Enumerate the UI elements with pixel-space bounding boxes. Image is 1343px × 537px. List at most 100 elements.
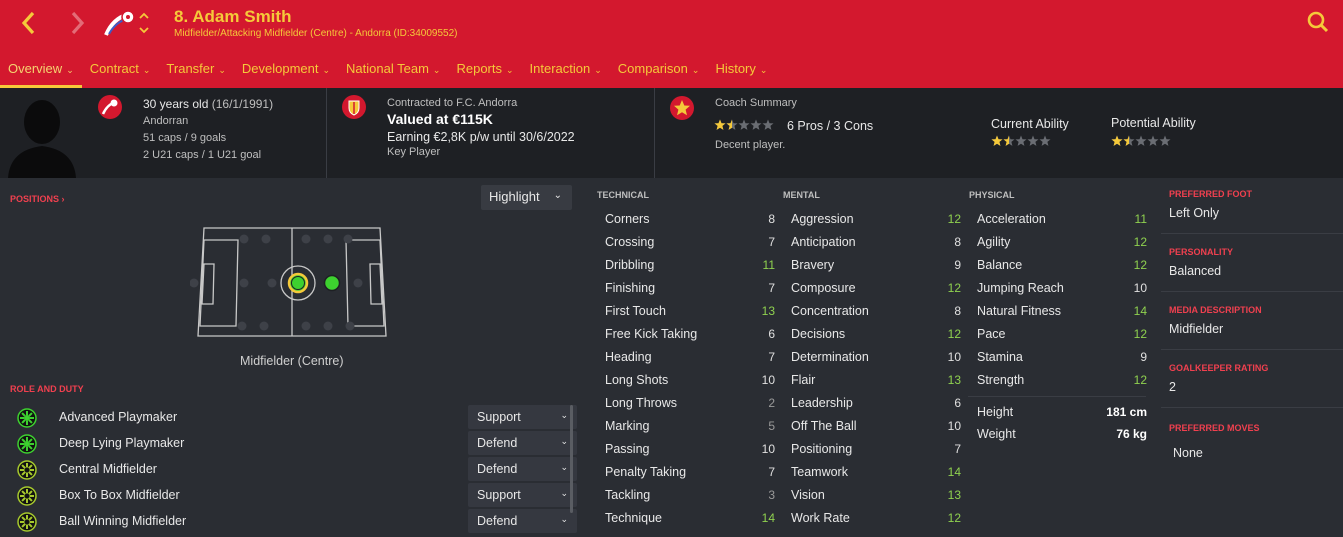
duty-dropdown[interactable]: Defend ⌄ bbox=[468, 509, 577, 533]
attribute-name: Leadership bbox=[791, 396, 853, 410]
physical-header: PHYSICAL bbox=[969, 190, 1015, 200]
attribute-name: Long Shots bbox=[605, 373, 669, 387]
duty-dropdown[interactable]: Support ⌄ bbox=[468, 405, 577, 429]
attribute-value: 8 bbox=[768, 212, 775, 226]
divider bbox=[1161, 291, 1343, 292]
role-row[interactable]: Central Midfielder Defend ⌄ bbox=[15, 457, 577, 483]
duty-label: Support bbox=[477, 488, 521, 502]
coach-summary-label: Coach Summary bbox=[715, 97, 797, 109]
personality-value: Balanced bbox=[1169, 264, 1222, 278]
tab-reports[interactable]: Reports ⌄ bbox=[448, 56, 521, 88]
attribute-row: Stamina 9 bbox=[977, 346, 1147, 369]
attribute-row: Acceleration 11 bbox=[977, 208, 1147, 231]
role-suitability-icon bbox=[17, 408, 37, 428]
positions-label: POSITIONS bbox=[10, 194, 60, 204]
club-switch-chevron-icon[interactable] bbox=[137, 9, 151, 37]
attribute-name: Strength bbox=[977, 373, 1025, 387]
positions-link[interactable]: POSITIONS › bbox=[10, 194, 65, 204]
preferred-moves-value: None bbox=[1173, 446, 1203, 460]
attributes-panel: TECHNICAL MENTAL PHYSICAL Corners 8 Crossi… bbox=[588, 179, 1160, 530]
attribute-value: 7 bbox=[954, 442, 961, 456]
attribute-value: 12 bbox=[1133, 235, 1147, 249]
role-row[interactable]: Deep Lying Playmaker Defend ⌄ bbox=[15, 431, 577, 457]
squad-status: Key Player bbox=[387, 146, 441, 158]
duty-label: Defend bbox=[477, 436, 518, 450]
attribute-row: Free Kick Taking 6 bbox=[605, 323, 775, 346]
player-age: 30 years old (16/1/1991) bbox=[143, 97, 273, 111]
club-badge-icon[interactable] bbox=[103, 8, 137, 38]
roles-scrollbar[interactable] bbox=[570, 405, 573, 513]
forward-button[interactable] bbox=[62, 8, 92, 38]
tab-contract[interactable]: Contract ⌄ bbox=[82, 56, 159, 88]
back-button[interactable] bbox=[14, 8, 44, 38]
highlight-dropdown[interactable]: Highlight ⌄ bbox=[481, 185, 572, 210]
attribute-name: Free Kick Taking bbox=[605, 327, 698, 341]
tab-bar: Overview ⌄ Contract ⌄ Transfer ⌄ Developmen… bbox=[0, 56, 775, 88]
tab-interaction[interactable]: Interaction ⌄ bbox=[522, 56, 610, 88]
attribute-value: 10 bbox=[761, 373, 775, 387]
attribute-value: 10 bbox=[947, 350, 961, 364]
attribute-name: Anticipation bbox=[791, 235, 856, 249]
attribute-row: Leadership 6 bbox=[791, 392, 961, 415]
attribute-value: 6 bbox=[768, 327, 775, 341]
chevron-down-icon: ⌄ bbox=[759, 65, 768, 75]
attribute-row: Marking 5 bbox=[605, 415, 775, 438]
current-ability-stars bbox=[991, 135, 1051, 150]
tab-development[interactable]: Development ⌄ bbox=[234, 56, 338, 88]
duty-dropdown[interactable]: Support ⌄ bbox=[468, 483, 577, 507]
attribute-name: Decisions bbox=[791, 327, 846, 341]
role-row[interactable]: Ball Winning Midfielder Defend ⌄ bbox=[15, 509, 577, 535]
attribute-value: 12 bbox=[1133, 258, 1147, 272]
attribute-value: 14 bbox=[761, 511, 775, 525]
media-description-label: MEDIA DESCRIPTION bbox=[1169, 305, 1262, 315]
dob-text: (16/1/1991) bbox=[211, 97, 274, 111]
attribute-row: Pace 12 bbox=[977, 323, 1147, 346]
attribute-value: 7 bbox=[768, 465, 775, 479]
role-suitability-icon bbox=[17, 460, 37, 480]
role-name: Central Midfielder bbox=[59, 462, 157, 476]
attribute-name: Jumping Reach bbox=[977, 281, 1064, 295]
tab-history[interactable]: History ⌄ bbox=[707, 56, 775, 88]
attribute-row: Passing 10 bbox=[605, 438, 775, 461]
goalkeeper-rating-label: GOALKEEPER RATING bbox=[1169, 363, 1269, 373]
attribute-name: Work Rate bbox=[791, 511, 850, 525]
attribute-value: 8 bbox=[954, 235, 961, 249]
club-crest-icon bbox=[342, 95, 366, 119]
tab-national-team[interactable]: National Team ⌄ bbox=[338, 56, 448, 88]
attribute-name: Natural Fitness bbox=[977, 304, 1062, 318]
attribute-row: Composure 12 bbox=[791, 277, 961, 300]
role-name: Box To Box Midfielder bbox=[59, 488, 180, 502]
attribute-value: 10 bbox=[1133, 281, 1147, 295]
attribute-name: Vision bbox=[791, 488, 825, 502]
duty-dropdown[interactable]: Defend ⌄ bbox=[468, 457, 577, 481]
attribute-value: 7 bbox=[768, 350, 775, 364]
attribute-value: 3 bbox=[768, 488, 775, 502]
tab-label: Reports bbox=[456, 61, 502, 76]
attribute-value: 12 bbox=[947, 212, 961, 226]
attribute-value: 7 bbox=[768, 281, 775, 295]
role-row[interactable]: Box To Box Midfielder Support ⌄ bbox=[15, 483, 577, 509]
attribute-name: Marking bbox=[605, 419, 650, 433]
role-row[interactable]: Advanced Playmaker Support ⌄ bbox=[15, 405, 577, 431]
height-value: 181 cm bbox=[1106, 405, 1147, 419]
tab-transfer[interactable]: Transfer ⌄ bbox=[158, 56, 233, 88]
player-silhouette-icon bbox=[4, 92, 80, 178]
current-ability-label: Current Ability bbox=[991, 117, 1069, 131]
search-button[interactable] bbox=[1305, 10, 1331, 36]
role-suitability-icon bbox=[17, 512, 37, 532]
duty-dropdown[interactable]: Defend ⌄ bbox=[468, 431, 577, 455]
tab-overview[interactable]: Overview ⌄ bbox=[0, 56, 82, 88]
tab-comparison[interactable]: Comparison ⌄ bbox=[610, 56, 708, 88]
coach-text: Decent player. bbox=[715, 139, 786, 151]
tab-label: Development bbox=[241, 61, 319, 76]
weight-value: 76 kg bbox=[1116, 427, 1147, 441]
duty-label: Defend bbox=[477, 462, 518, 476]
role-suitability-icon bbox=[17, 434, 37, 454]
attribute-value: 10 bbox=[761, 442, 775, 456]
attribute-name: Tackling bbox=[605, 488, 651, 502]
chevron-down-icon: ⌄ bbox=[218, 65, 226, 75]
attribute-row: Flair 13 bbox=[791, 369, 961, 392]
media-description-value: Midfielder bbox=[1169, 322, 1224, 336]
chevron-down-icon: ⌄ bbox=[560, 410, 568, 420]
attribute-row: Anticipation 8 bbox=[791, 231, 961, 254]
